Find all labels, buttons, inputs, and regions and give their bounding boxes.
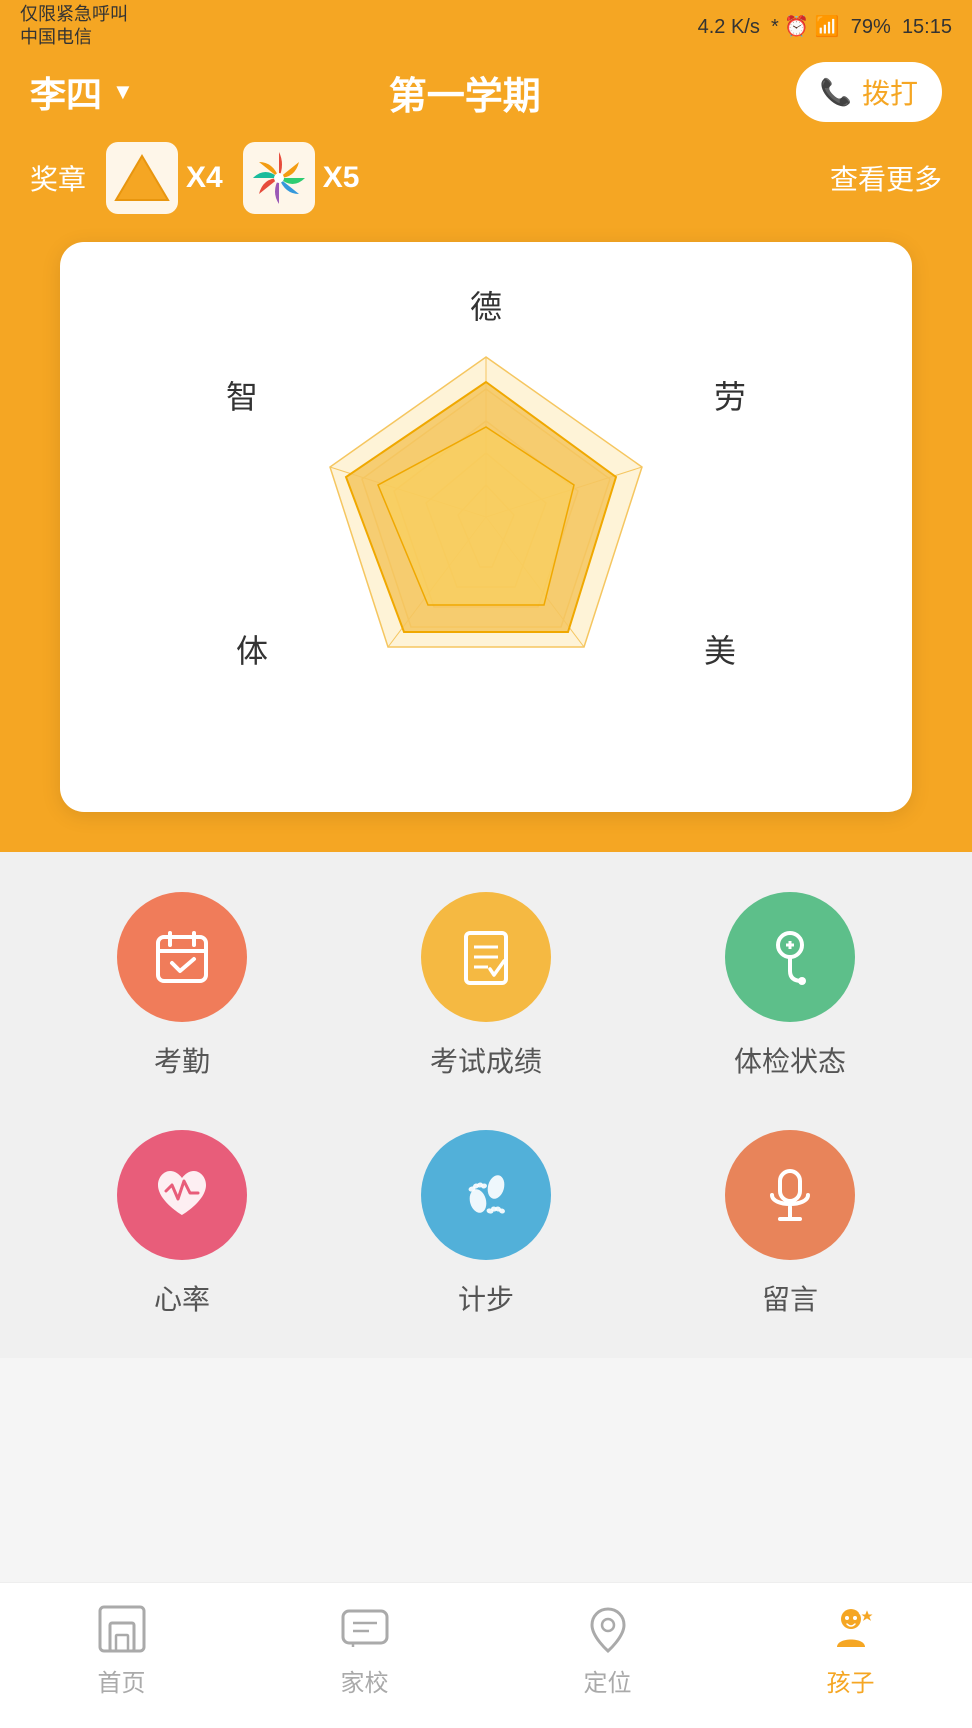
badge-2-count: X5: [323, 161, 360, 195]
steps-icon-circle: [421, 1130, 551, 1260]
stethoscope-icon: [758, 925, 822, 989]
grid-row-2: 心率 计步: [30, 1130, 942, 1318]
exam-label: 考试成绩: [430, 1040, 542, 1080]
badge-item-2[interactable]: X5: [243, 142, 360, 214]
message-button[interactable]: 留言: [725, 1130, 855, 1318]
call-button[interactable]: 📞 拨打: [796, 62, 942, 122]
child-icon: [825, 1603, 877, 1655]
heartrate-button[interactable]: 心率: [117, 1130, 247, 1318]
location-pin-icon: [582, 1603, 634, 1655]
message-bubble-icon: [339, 1603, 391, 1655]
radar-wrapper: 德 劳 美 体 智: [226, 282, 746, 762]
badges-more-button[interactable]: 查看更多: [830, 158, 942, 198]
call-label: 拨打: [862, 72, 918, 112]
phone-icon: 📞: [820, 77, 852, 108]
health-label: 体检状态: [734, 1040, 846, 1080]
nav-location-label: 定位: [584, 1663, 632, 1698]
nav-home[interactable]: 首页: [96, 1603, 148, 1698]
exam-button[interactable]: 考试成绩: [421, 892, 551, 1080]
message-icon-circle: [725, 1130, 855, 1260]
header: 李四 ▼ 第一学期 📞 拨打: [0, 52, 972, 142]
user-name: 李四: [30, 66, 102, 118]
grid-section: 考勤 考试成绩: [0, 852, 972, 1358]
message-label: 留言: [762, 1278, 818, 1318]
attendance-button[interactable]: 考勤: [117, 892, 247, 1080]
heart-icon: [150, 1163, 214, 1227]
exam-icon-circle: [421, 892, 551, 1022]
steps-label: 计步: [458, 1278, 514, 1318]
nav-child[interactable]: 孩子: [825, 1603, 877, 1698]
footsteps-icon: [454, 1163, 518, 1227]
steps-button[interactable]: 计步: [421, 1130, 551, 1318]
semester-title: 第一学期: [389, 65, 541, 120]
badge-pinwheel-icon: [243, 142, 315, 214]
home-icon: [96, 1603, 148, 1655]
radar-card: 德 劳 美 体 智: [60, 242, 912, 812]
nav-location[interactable]: 定位: [582, 1603, 634, 1698]
calendar-check-icon: [150, 925, 214, 989]
nav-home-label: 首页: [98, 1663, 146, 1698]
radar-label-ti: 体: [236, 626, 268, 672]
user-selector[interactable]: 李四 ▼: [30, 66, 134, 118]
heartrate-icon-circle: [117, 1130, 247, 1260]
status-carrier: 仅限紧急呼叫 中国电信: [20, 3, 128, 50]
badges-section: 奖章 X4 X5: [0, 142, 972, 242]
radar-label-lao: 劳: [714, 372, 746, 418]
badges-label: 奖章: [30, 158, 86, 198]
badge-triangle-icon: [106, 142, 178, 214]
bottom-spacer: [0, 1358, 972, 1488]
attendance-icon-circle: [117, 892, 247, 1022]
microphone-icon: [758, 1163, 822, 1227]
badge-1-count: X4: [186, 161, 223, 195]
heartrate-label: 心率: [154, 1278, 210, 1318]
nav-school-label: 家校: [341, 1663, 389, 1698]
dropdown-icon: ▼: [112, 79, 134, 105]
attendance-label: 考勤: [154, 1040, 210, 1080]
report-icon: [454, 925, 518, 989]
bottom-nav: 首页 家校 定位 孩子: [0, 1582, 972, 1728]
grid-row-1: 考勤 考试成绩: [30, 892, 942, 1080]
badge-item-1[interactable]: X4: [106, 142, 223, 214]
status-bar: 仅限紧急呼叫 中国电信 4.2 K/s * ⏰ 📶 79% 15:15: [0, 0, 972, 52]
health-button[interactable]: 体检状态: [725, 892, 855, 1080]
radar-svg: [306, 337, 666, 697]
radar-label-mei: 美: [704, 626, 736, 672]
nav-school[interactable]: 家校: [339, 1603, 391, 1698]
radar-label-zhi: 智: [226, 372, 258, 418]
status-network: 4.2 K/s * ⏰ 📶 79% 15:15: [698, 14, 952, 39]
radar-label-de: 德: [470, 282, 502, 328]
nav-child-label: 孩子: [827, 1663, 875, 1698]
health-icon-circle: [725, 892, 855, 1022]
